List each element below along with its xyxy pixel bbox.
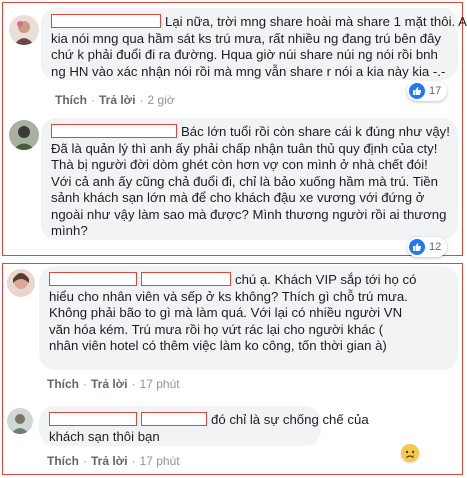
comment-line: Với cả anh ấy cũng chả đuổi đi, chỉ là b…	[51, 173, 438, 189]
comment-bubble: chú ạ. Khách VIP sắp tới họ có hiểu cho …	[39, 266, 458, 370]
comment-line: kia nói mng qua hầm sát ks trú mưa, rất …	[51, 30, 442, 46]
redacted-author-name[interactable]	[51, 14, 161, 28]
comment-line: chứ k phải đuổi đi ra đường. Hqua giờ nú…	[51, 47, 438, 62]
comment-line: hiểu cho nhân viên và sếp ở ks không? Th…	[49, 288, 408, 304]
comment-line: Bác lớn tuổi rồi còn share cái k đúng nh…	[51, 124, 450, 141]
comment-bubble: Lại nữa, trời mng share hoài mà share 1 …	[41, 8, 467, 80]
like-button[interactable]: Thích	[47, 454, 79, 468]
comment-line: chú ạ. Khách VIP sắp tới họ có	[49, 272, 448, 289]
reply-button[interactable]: Trả lời	[91, 377, 128, 391]
comment-thread-top: Lại nữa, trời mng share hoài mà share 1 …	[2, 2, 467, 257]
like-icon	[409, 239, 425, 255]
comment-timestamp[interactable]: 2 giờ	[148, 93, 175, 107]
comment-bubble: Bác lớn tuổi rồi còn share cái k đúng nh…	[41, 118, 458, 240]
comment-line: nhân viên hotel có thêm việc làm ko công…	[49, 338, 387, 353]
comment-line: sảnh khách sạn lớn mà để cho khách đậu x…	[51, 190, 425, 205]
comment-line: khách sạn thôi bạn	[49, 428, 160, 444]
redacted-author-name[interactable]	[141, 272, 231, 286]
redacted-author-name[interactable]	[49, 412, 137, 426]
avatar[interactable]	[9, 120, 39, 150]
reaction-count: 17	[429, 85, 442, 97]
redacted-author-name[interactable]	[51, 124, 177, 138]
comment-thread-bottom: chú ạ. Khách VIP sắp tới họ có hiểu cho …	[2, 263, 463, 475]
sad-reaction-icon[interactable]	[401, 444, 419, 462]
comment-line: Lại nữa, trời mng share hoài mà share 1 …	[51, 14, 467, 31]
like-icon	[409, 83, 425, 99]
comment-bubble: đó chỉ là sự chống chế của khách sạn thô…	[39, 406, 369, 446]
comment-line: Thà bị người đời dòm ghét còn hơn vợ con…	[51, 157, 428, 172]
reply-button[interactable]: Trả lời	[91, 454, 128, 468]
like-button[interactable]: Thích	[55, 93, 87, 107]
avatar[interactable]	[7, 408, 33, 434]
redacted-author-name[interactable]	[141, 412, 207, 426]
reaction-count: 12	[429, 241, 442, 253]
avatar[interactable]	[7, 269, 35, 297]
comment-line: đó chỉ là sự chống chế của	[49, 412, 369, 429]
comment-timestamp[interactable]: 17 phút	[140, 377, 180, 391]
comment-line: ngoài như vậy làm sao mà được? Mình thươ…	[51, 206, 447, 222]
comment-actions: Thích · Trả lời · 17 phút	[47, 454, 180, 468]
comment-line: Không phải bão to gì mà làm quá. Với lại…	[49, 305, 403, 320]
comment-line: Đã là quản lý thì anh ấy phải chấp nhận …	[51, 140, 438, 156]
redacted-author-name[interactable]	[49, 272, 137, 286]
comment-timestamp[interactable]: 17 phút	[140, 454, 180, 468]
comment-line: ng HN vào xác nhận nói rồi mà mng vẫn sh…	[51, 63, 446, 79]
avatar[interactable]	[9, 15, 39, 45]
comment-actions: Thích · Trả lời · 17 phút	[47, 377, 180, 391]
reaction-summary[interactable]: 17	[407, 81, 447, 101]
like-button[interactable]: Thích	[47, 377, 79, 391]
comment-line: văn hóa kém. Trú mưa rồi họ vứt rác lại …	[49, 321, 384, 337]
comment-actions: Thích · Trả lời · 2 giờ	[55, 93, 175, 107]
reply-button[interactable]: Trả lời	[99, 93, 136, 107]
reaction-summary[interactable]: 12	[407, 237, 447, 257]
comment-line: mình?	[51, 223, 88, 238]
